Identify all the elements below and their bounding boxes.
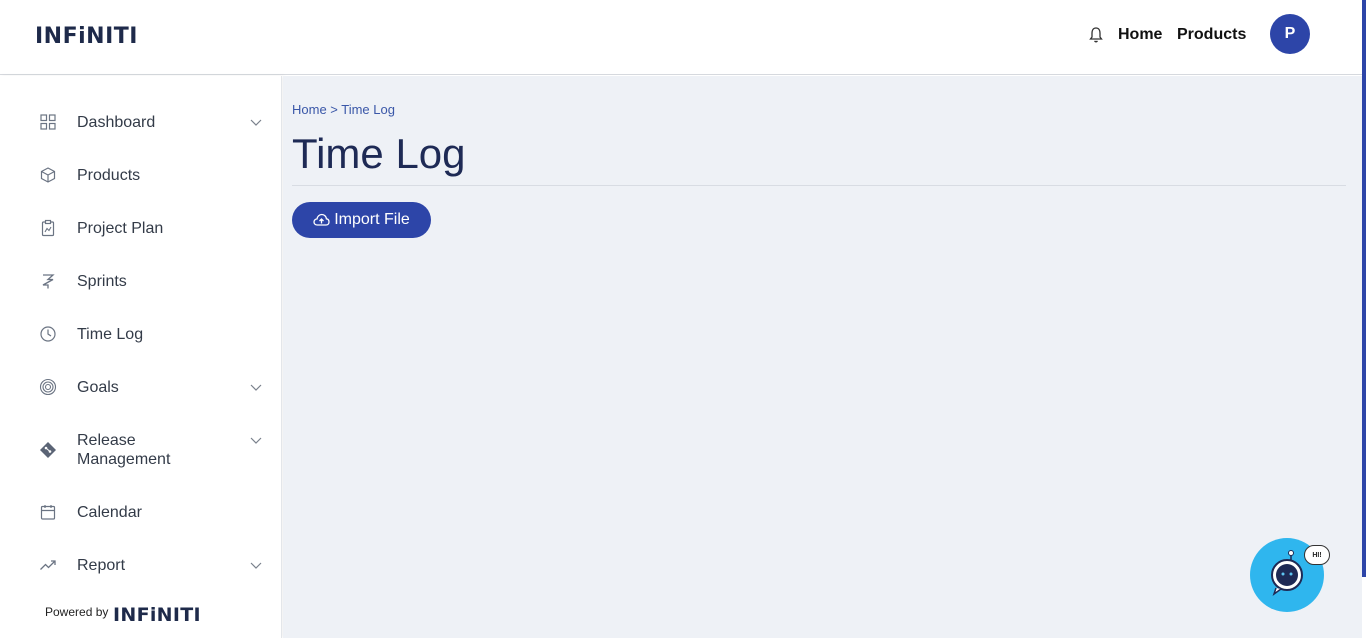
bell-icon[interactable] xyxy=(1088,26,1104,44)
chevron-down-icon[interactable] xyxy=(249,115,263,129)
scrollbar-accent xyxy=(1362,0,1366,577)
page-title: Time Log xyxy=(292,130,466,177)
chatbot-greeting-bubble: HI! xyxy=(1304,545,1330,565)
sidebar-item-label: Project Plan xyxy=(77,219,164,237)
sidebar-item-sprints[interactable]: Sprints xyxy=(0,261,282,301)
chevron-down-icon[interactable] xyxy=(249,558,263,572)
sidebar-item-calendar[interactable]: Calendar xyxy=(0,492,282,532)
app-logo[interactable]: INFiNITI xyxy=(35,24,138,49)
powered-by-logo: INFiNITI xyxy=(113,604,201,626)
sidebar-item-label: Release Management xyxy=(77,432,171,468)
sidebar-item-project-plan[interactable]: Project Plan xyxy=(0,208,282,248)
sidebar-item-label: Dashboard xyxy=(77,113,156,131)
sidebar-item-time-log[interactable]: Time Log xyxy=(0,314,282,354)
nav-home-link[interactable]: Home xyxy=(1118,26,1162,44)
sidebar-item-label: Report xyxy=(77,556,126,574)
sidebar-item-label: Sprints xyxy=(77,272,127,290)
cloud-upload-icon xyxy=(313,213,330,226)
target-icon xyxy=(39,378,57,396)
sidebar-item-report[interactable]: Report xyxy=(0,545,282,585)
divider xyxy=(292,185,1346,186)
sidebar-item-release-management[interactable]: Release Management xyxy=(0,420,282,480)
breadcrumb[interactable]: Home > Time Log xyxy=(292,102,395,117)
trend-up-icon xyxy=(40,560,56,570)
import-file-button[interactable]: Import File xyxy=(292,202,431,238)
sprint-icon xyxy=(42,274,55,289)
sidebar-item-goals[interactable]: Goals xyxy=(0,367,282,407)
chevron-down-icon[interactable] xyxy=(249,380,263,394)
main-content: Home > Time Log Time Log Import File xyxy=(283,76,1362,638)
top-bar: INFiNITI Home Products P xyxy=(0,0,1366,75)
sidebar-item-products[interactable]: Products xyxy=(0,155,282,195)
git-diamond-icon xyxy=(40,442,56,458)
user-avatar[interactable]: P xyxy=(1270,14,1310,54)
nav-products-link[interactable]: Products xyxy=(1177,26,1246,44)
robot-icon xyxy=(1271,550,1303,596)
grid-icon xyxy=(40,114,56,130)
sidebar-item-label: Goals xyxy=(77,378,119,396)
calendar-icon xyxy=(40,505,56,520)
powered-by-label: Powered by xyxy=(45,605,109,619)
clock-icon xyxy=(40,326,56,342)
import-file-label: Import File xyxy=(334,211,410,228)
sidebar-item-label: Time Log xyxy=(77,325,144,343)
sidebar-item-label: Products xyxy=(77,166,141,184)
cube-icon xyxy=(40,167,56,183)
sidebar-item-dashboard[interactable]: Dashboard xyxy=(0,102,282,142)
sidebar: Dashboard Products Project Plan Sprints … xyxy=(0,76,282,638)
sidebar-item-label: Calendar xyxy=(77,503,142,521)
chevron-down-icon[interactable] xyxy=(249,433,263,447)
clipboard-chart-icon xyxy=(41,219,55,237)
